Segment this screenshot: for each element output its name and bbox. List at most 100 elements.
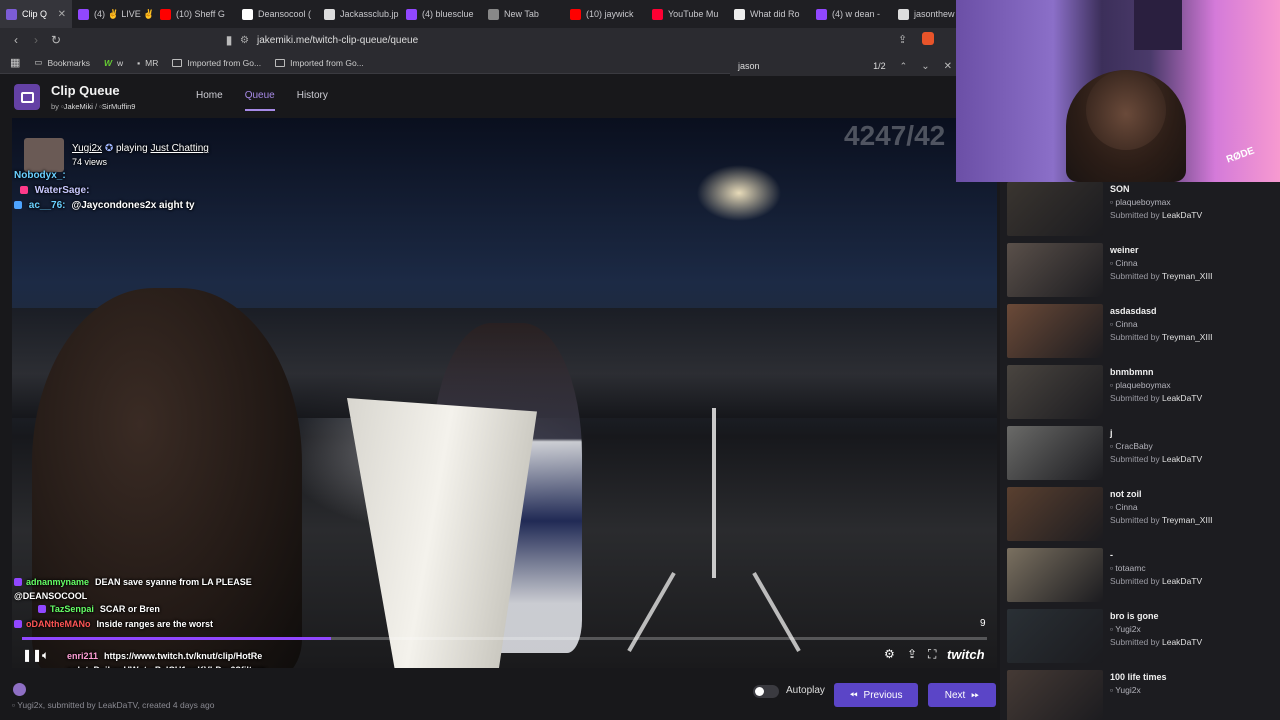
brave-shield-icon[interactable] [922, 32, 934, 45]
queue-item-title: weiner [1110, 245, 1139, 255]
browser-tab[interactable]: New Tab [482, 0, 564, 28]
queue-item[interactable]: bro is gone ▫ Yugi2x Submitted by LeakDaTV [1007, 609, 1277, 665]
mr-icon: ▪ [137, 57, 141, 68]
queue-item[interactable]: not zoil ▫ Cinna Submitted by Treyman_XIII [1007, 487, 1277, 543]
queue-item-thumbnail[interactable] [1007, 426, 1103, 480]
browser-tab[interactable]: (10) jaywick [564, 0, 646, 28]
chat-line: Nobodyx_: [14, 170, 66, 181]
volume-icon[interactable]: 🔈︎ [42, 648, 49, 663]
webcam-poster [1134, 0, 1182, 50]
browser-tab[interactable]: (10) Sheff G [154, 0, 236, 28]
tab-label: (4) w dean - [832, 9, 881, 19]
bookmark-item-mr[interactable]: ▪ MR [137, 58, 158, 68]
queue-item-text: bnmbmnn ▫ plaqueboymax Submitted by LeakDa… [1110, 366, 1202, 405]
queue-item[interactable]: 100 life times ▫ Yugi2x [1007, 670, 1277, 720]
next-button[interactable]: Next ⏩︎ [928, 683, 996, 707]
queue-item[interactable]: - ▫ totaamc Submitted by LeakDaTV [1007, 548, 1277, 604]
queue-item-title: bro is gone [1110, 611, 1159, 621]
tab-favicon-icon [78, 8, 89, 20]
clip-queue-logo-icon[interactable] [14, 84, 40, 110]
webcam-person-head [1086, 70, 1166, 150]
pause-icon[interactable]: ❚❚ [22, 648, 42, 662]
reload-icon[interactable]: ↻ [46, 33, 66, 47]
queue-item-text: not zoil ▫ Cinna Submitted by Treyman_XIII [1110, 488, 1213, 527]
queue-item-text: 100 life times ▫ Yugi2x [1110, 671, 1167, 697]
browser-tab[interactable]: (4) w dean - [810, 0, 892, 28]
url-field[interactable]: ⚙ jakemiki.me/twitch-clip-queue/queue [240, 31, 960, 49]
video-progress-bar[interactable] [22, 637, 987, 640]
browser-tab[interactable]: Jackassclub.jp [318, 0, 400, 28]
browser-tab[interactable]: (4) ✌ LIVE ✌ [72, 0, 154, 28]
previous-button[interactable]: ⏪︎ Previous [834, 683, 918, 707]
queue-item-thumbnail[interactable] [1007, 548, 1103, 602]
forward-icon[interactable]: › [26, 33, 46, 47]
find-close-icon[interactable]: ✕ [944, 61, 952, 72]
tab-favicon-icon [406, 8, 417, 20]
video-player[interactable]: 4247/42 Yugi2x ✪ playing Just Chatting 7… [12, 118, 997, 668]
queue-item-thumbnail[interactable] [1007, 609, 1103, 663]
autoplay-toggle[interactable] [753, 685, 779, 698]
nav-queue[interactable]: Queue [244, 90, 275, 111]
bookmark-folder-imported-1[interactable]: Imported from Go... [172, 58, 261, 68]
browser-tab[interactable]: What did Ro [728, 0, 810, 28]
next-icon: ⏩︎ [971, 689, 980, 701]
nav-home[interactable]: Home [196, 90, 223, 111]
clip-submission-info: ▫ Yugi2x, submitted by LeakDaTV, created… [12, 700, 215, 710]
queue-item-submitter: Submitted by LeakDaTV [1110, 576, 1203, 586]
share-icon[interactable]: ⇪ [898, 33, 907, 46]
category-link[interactable]: Just Chatting [150, 143, 208, 154]
bookmark-folder-imported-2[interactable]: Imported from Go... [275, 58, 364, 68]
chat-line: oDANtheMANo Inside ranges are the worst [14, 619, 213, 630]
queue-item[interactable]: weiner ▫ Cinna Submitted by Treyman_XIII [1007, 243, 1277, 299]
bookmark-item-bookmarks[interactable]: ▭ Bookmarks [34, 57, 90, 68]
queue-item-submitter: Submitted by LeakDaTV [1110, 637, 1203, 647]
site-info-icon[interactable]: ⚙ [240, 35, 249, 46]
settings-gear-icon[interactable]: ⚙ [884, 647, 895, 661]
streamer-name[interactable]: Yugi2x [72, 143, 102, 154]
queue-item-thumbnail[interactable] [1007, 182, 1103, 236]
author-link-jakemiki[interactable]: JakeMiki [64, 102, 93, 111]
queue-item-thumbnail[interactable] [1007, 243, 1103, 297]
author-link-sirmuffin[interactable]: SirMuffin9 [102, 102, 136, 111]
fullscreen-icon[interactable]: ⛶ [928, 647, 936, 662]
queue-item-title: 100 life times [1110, 672, 1167, 682]
browser-tab[interactable]: Deansocool ( [236, 0, 318, 28]
find-input[interactable]: jason [738, 61, 760, 71]
twitch-logo[interactable]: twitch [947, 647, 985, 662]
queue-item-thumbnail[interactable] [1007, 304, 1103, 358]
share-icon[interactable]: ⇪ [907, 647, 917, 661]
w-icon: W [103, 57, 112, 68]
queue-item[interactable]: SON ▫ plaqueboymax Submitted by LeakDaTV [1007, 182, 1277, 238]
queue-item-text: bro is gone ▫ Yugi2x Submitted by LeakDaTV [1110, 610, 1202, 649]
back-icon[interactable]: ‹ [6, 33, 26, 47]
tab-close-icon[interactable]: ✕ [58, 9, 66, 20]
nav-history[interactable]: History [297, 90, 328, 111]
queue-item[interactable]: j ▫ CracBaby Submitted by LeakDaTV [1007, 426, 1277, 482]
queue-item-title: SON [1110, 184, 1130, 194]
queue-item[interactable]: bnmbmnn ▫ plaqueboymax Submitted by LeakDa… [1007, 365, 1277, 421]
queue-item-thumbnail[interactable] [1007, 365, 1103, 419]
streamer-avatar [24, 138, 64, 172]
queue-item[interactable]: asdasdasd ▫ Cinna Submitted by Treyman_XII… [1007, 304, 1277, 360]
tab-label: Jackassclub.jp [340, 9, 399, 19]
tab-favicon-icon [160, 8, 171, 20]
queue-item-text: j ▫ CracBaby Submitted by LeakDaTV [1110, 427, 1202, 466]
bookmark-page-icon[interactable]: ▮ [219, 33, 239, 47]
queue-item-thumbnail[interactable] [1007, 487, 1103, 541]
clip-info-line: Yugi2x ✪ playing Just Chatting [72, 143, 209, 154]
tab-label: Clip Q [22, 9, 48, 19]
browser-tab[interactable]: YouTube Mu [646, 0, 728, 28]
bookmark-item-w[interactable]: Ww [104, 58, 123, 68]
folder-icon [275, 58, 286, 67]
queue-item-submitter: Submitted by LeakDaTV [1110, 454, 1203, 464]
tab-favicon-icon [898, 8, 909, 20]
queue-item-thumbnail[interactable] [1007, 670, 1103, 720]
twitch-icon: ▫ [12, 700, 16, 710]
browser-tab[interactable]: (4) bluesclue [400, 0, 482, 28]
find-prev-icon[interactable]: ⌃ [900, 61, 908, 72]
apps-grid-icon[interactable]: ▦ [10, 56, 20, 69]
find-next-icon[interactable]: ⌄ [921, 61, 929, 72]
queue-item-text: asdasdasd ▫ Cinna Submitted by Treyman_XII… [1110, 305, 1213, 344]
tab-favicon-icon [816, 8, 827, 20]
browser-tab[interactable]: Clip Q ✕ [0, 0, 72, 28]
